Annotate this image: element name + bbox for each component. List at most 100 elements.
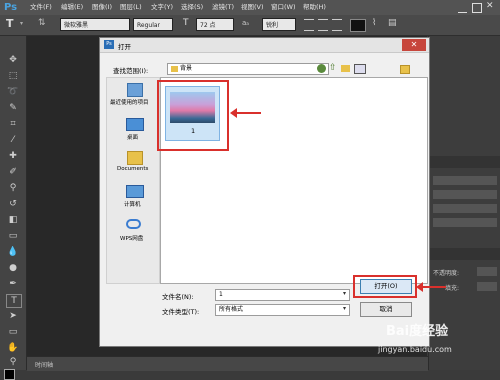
type-tool-icon[interactable]: T xyxy=(6,294,22,308)
menu-view[interactable]: 视图(V) xyxy=(241,2,264,13)
close-icon[interactable]: ✕ xyxy=(402,39,426,51)
menu-image[interactable]: 图像(I) xyxy=(92,2,112,13)
arrow-line xyxy=(233,112,261,114)
options-bar: T ▾ ⇅ 微软雅黑 Regular T 72 点 aₐ 锐利 ⌇ ▤ xyxy=(0,15,500,36)
back-icon[interactable] xyxy=(317,64,326,73)
recent-places-icon[interactable] xyxy=(127,83,143,97)
filetype-label: 文件类型(T): xyxy=(162,308,200,316)
folder-icon xyxy=(171,66,178,72)
antialias-select[interactable]: 锐利 xyxy=(262,18,296,31)
align-left-icon[interactable] xyxy=(304,19,314,31)
look-in-value: 背景 xyxy=(180,65,193,72)
view-menu-icon[interactable] xyxy=(354,64,366,74)
filename-input[interactable]: 1 xyxy=(215,289,350,301)
dodge-tool-icon[interactable]: ● xyxy=(6,262,20,274)
dialog-titlebar: Ps 打开 ✕ xyxy=(100,38,429,53)
crop-tool-icon[interactable]: ⌗ xyxy=(6,118,20,130)
panel-row xyxy=(433,204,497,213)
font-size-select[interactable]: 72 点 xyxy=(196,18,234,31)
panel-row xyxy=(433,218,497,227)
shape-tool-icon[interactable]: ▭ xyxy=(6,326,20,338)
look-in-label: 查找范围(I): xyxy=(113,67,149,75)
look-in-select[interactable]: 背景 ▾ xyxy=(167,63,329,75)
places-desktop-label[interactable]: 桌面 xyxy=(127,133,138,141)
fill-input[interactable] xyxy=(477,282,497,291)
history-brush-tool-icon[interactable]: ↺ xyxy=(6,198,20,210)
text-color-swatch[interactable] xyxy=(350,19,366,32)
minimize-icon[interactable] xyxy=(458,3,467,13)
file-item[interactable]: 1 xyxy=(165,86,220,141)
type-tool-icon[interactable]: T xyxy=(6,17,14,30)
brush-tool-icon[interactable]: ✐ xyxy=(6,166,20,178)
clone-stamp-tool-icon[interactable]: ⚲ xyxy=(6,182,20,194)
dropdown-arrow-icon[interactable]: ▾ xyxy=(20,20,23,27)
panel-row xyxy=(433,176,497,185)
places-computer-label[interactable]: 计算机 xyxy=(124,200,141,208)
chevron-down-icon[interactable]: ▾ xyxy=(343,305,346,312)
pen-tool-icon[interactable]: ✒ xyxy=(6,278,20,290)
fill-label: 填充: xyxy=(445,285,460,292)
menu-bar: Ps 文件(F) 编辑(E) 图像(I) 图层(L) 文字(Y) 选择(S) 滤… xyxy=(0,0,500,15)
menu-help[interactable]: 帮助(H) xyxy=(303,2,326,13)
zoom-tool-icon[interactable]: ⚲ xyxy=(6,356,20,368)
menu-window[interactable]: 窗口(W) xyxy=(271,2,296,13)
ps-app-icon: Ps xyxy=(104,40,114,49)
align-right-icon[interactable] xyxy=(332,19,342,31)
cancel-button[interactable]: 取消 xyxy=(360,302,412,317)
font-style-select[interactable]: Regular xyxy=(133,18,173,31)
menu-type[interactable]: 文字(Y) xyxy=(151,2,173,13)
eraser-tool-icon[interactable]: ◧ xyxy=(6,214,20,226)
foreground-color-swatch[interactable] xyxy=(4,369,15,380)
hand-tool-icon[interactable]: ✋ xyxy=(6,342,20,354)
menu-layer[interactable]: 图层(L) xyxy=(120,2,142,13)
folder-icon[interactable] xyxy=(400,65,410,74)
arrow-left-icon xyxy=(416,282,423,292)
gradient-tool-icon[interactable]: ▭ xyxy=(6,230,20,242)
opacity-input[interactable] xyxy=(477,267,497,276)
healing-brush-tool-icon[interactable]: ✚ xyxy=(6,150,20,162)
layers-panel-header xyxy=(429,248,500,260)
places-recent-label[interactable]: 最近使用的项目 xyxy=(110,98,149,106)
menu-select[interactable]: 选择(S) xyxy=(181,2,203,13)
filename-label: 文件名(N): xyxy=(162,293,194,301)
move-tool-icon[interactable]: ✥ xyxy=(6,54,20,66)
status-bar: 时间轴 xyxy=(27,356,428,371)
file-name: 1 xyxy=(191,127,196,135)
menu-filter[interactable]: 滤镜(T) xyxy=(212,2,234,13)
places-documents-label[interactable]: Documents xyxy=(117,166,148,172)
new-folder-icon[interactable] xyxy=(341,65,350,72)
menu-edit[interactable]: 编辑(E) xyxy=(61,2,83,13)
font-family-select[interactable]: 微软雅黑 xyxy=(60,18,130,31)
lasso-tool-icon[interactable]: ➰ xyxy=(6,86,20,98)
up-folder-icon[interactable]: ⇧ xyxy=(329,63,337,73)
character-panel-icon[interactable]: ▤ xyxy=(388,18,397,28)
warp-text-icon[interactable]: ⌇ xyxy=(372,18,376,28)
maximize-icon[interactable] xyxy=(472,3,482,13)
open-button[interactable]: 打开(O) xyxy=(360,279,412,294)
image-thumbnail xyxy=(170,92,215,123)
arrow-line xyxy=(420,286,446,288)
computer-icon[interactable] xyxy=(126,185,144,198)
path-select-tool-icon[interactable]: ➤ xyxy=(6,310,20,322)
align-center-icon[interactable] xyxy=(318,19,328,31)
folder-icon[interactable] xyxy=(127,151,143,165)
cloud-icon[interactable] xyxy=(126,219,141,229)
places-wps-label[interactable]: WPS网盘 xyxy=(120,234,143,242)
panel-header xyxy=(429,156,500,168)
chevron-down-icon[interactable]: ▾ xyxy=(343,290,346,297)
text-orientation-icon[interactable]: ⇅ xyxy=(38,18,46,28)
opacity-label: 不透明度: xyxy=(433,270,460,277)
baidu-watermark-url: jingyan.baidu.com xyxy=(378,345,452,354)
timeline-label[interactable]: 时间轴 xyxy=(35,360,53,369)
blur-tool-icon[interactable]: 💧 xyxy=(6,246,20,258)
file-list: 1 xyxy=(157,77,428,284)
desktop-icon[interactable] xyxy=(126,118,144,131)
antialias-icon: aₐ xyxy=(242,19,250,27)
quick-select-tool-icon[interactable]: ✎ xyxy=(6,102,20,114)
menu-file[interactable]: 文件(F) xyxy=(30,2,52,13)
photoshop-logo: Ps xyxy=(4,2,18,13)
close-icon[interactable]: ✕ xyxy=(486,1,494,11)
filetype-select[interactable]: 所有格式 xyxy=(215,304,350,316)
eyedropper-tool-icon[interactable]: ⁄ xyxy=(6,134,20,146)
marquee-tool-icon[interactable]: ⬚ xyxy=(6,70,20,82)
